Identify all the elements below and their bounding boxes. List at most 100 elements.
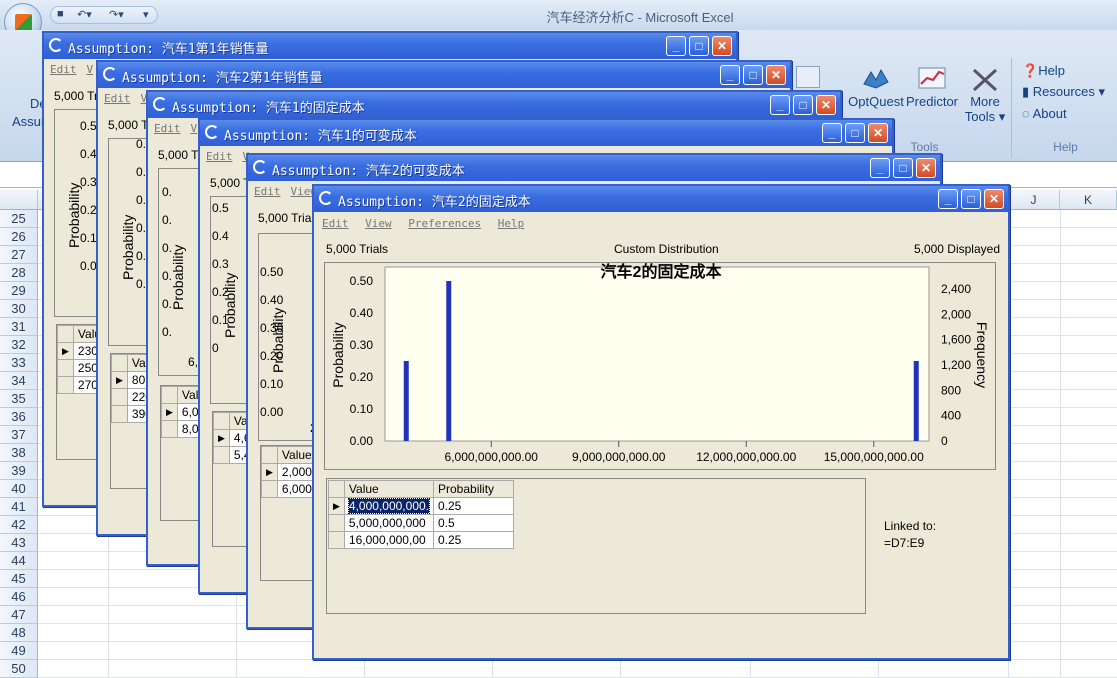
row-header[interactable]: 45 <box>0 570 38 588</box>
chart-icon-button[interactable] <box>796 66 826 88</box>
minimize-button[interactable]: _ <box>938 189 958 209</box>
select-all-corner[interactable] <box>0 190 38 210</box>
row-header[interactable]: 34 <box>0 372 38 390</box>
table-row[interactable]: 16,000,000,00 0.25 <box>328 531 514 549</box>
row-header[interactable]: 25 <box>0 210 38 228</box>
row-header[interactable]: 37 <box>0 426 38 444</box>
close-button[interactable]: ✕ <box>984 189 1004 209</box>
y-axis-label: Probability <box>222 272 238 338</box>
value-probability-table[interactable]: Value Probability ▶ 4,000,000,000. 0.25 … <box>328 480 514 549</box>
minimize-button[interactable]: _ <box>822 123 842 143</box>
minimize-button[interactable]: _ <box>870 158 890 178</box>
window-title: Assumption: 汽车1的固定成本 <box>172 101 365 116</box>
resources-button[interactable]: ▮ Resources ▾ <box>1022 84 1105 100</box>
more-tools-dropdown-icon: ▾ <box>995 109 1006 124</box>
close-button[interactable]: ✕ <box>868 123 888 143</box>
menu-preferences[interactable]: Preferences <box>408 217 481 230</box>
column-header-j[interactable]: J <box>1008 190 1060 210</box>
menu-edit[interactable]: Edit <box>154 122 181 135</box>
row-header[interactable]: 49 <box>0 642 38 660</box>
table-corner <box>261 446 278 464</box>
row-header[interactable]: 46 <box>0 588 38 606</box>
maximize-button[interactable]: □ <box>793 95 813 115</box>
row-header[interactable]: 50 <box>0 660 38 678</box>
x-tick-label: 12,000,000,000.00 <box>696 450 796 464</box>
row-header[interactable]: 40 <box>0 480 38 498</box>
window-menu: Edit View Preferences Help <box>322 217 534 230</box>
row-header[interactable]: 36 <box>0 408 38 426</box>
row-header[interactable]: 30 <box>0 300 38 318</box>
menu-view[interactable]: View <box>365 217 392 230</box>
assumption-window-front[interactable]: Assumption: 汽车2的固定成本 _ □ ✕ Edit View Pre… <box>312 184 1010 660</box>
row-header[interactable]: 47 <box>0 606 38 624</box>
window-title-bar[interactable]: Assumption: 汽车2的可变成本 _ □ ✕ <box>248 155 940 181</box>
maximize-button[interactable]: □ <box>961 189 981 209</box>
row-header[interactable]: 43 <box>0 534 38 552</box>
table-row[interactable]: 5,000,000,000 0.5 <box>328 514 514 532</box>
y-tick-label: 0.2 <box>212 285 229 299</box>
maximize-button[interactable]: □ <box>689 36 709 56</box>
window-title-bar[interactable]: Assumption: 汽车1的可变成本 _ □ ✕ <box>200 120 892 146</box>
minimize-button[interactable]: _ <box>720 65 740 85</box>
close-button[interactable]: ✕ <box>712 36 732 56</box>
help-button[interactable]: ❓Help <box>1022 63 1065 79</box>
row-header[interactable]: 27 <box>0 246 38 264</box>
prob-cell[interactable]: 0.25 <box>433 531 514 549</box>
row-header[interactable]: 33 <box>0 354 38 372</box>
predictor-button[interactable]: Predictor <box>904 66 960 109</box>
row-header[interactable]: 31 <box>0 318 38 336</box>
row-header[interactable]: 32 <box>0 336 38 354</box>
plot-area <box>384 266 930 442</box>
window-title-bar[interactable]: Assumption: 汽车1第1年销售量 _ □ ✕ <box>44 33 736 59</box>
menu-help[interactable]: Help <box>498 217 525 230</box>
minimize-button[interactable]: _ <box>666 36 686 56</box>
row-header[interactable]: 48 <box>0 624 38 642</box>
window-title-bar[interactable]: Assumption: 汽车2的固定成本 _ □ ✕ <box>314 186 1008 212</box>
menu-view[interactable]: V <box>87 63 94 76</box>
row-header[interactable]: 29 <box>0 282 38 300</box>
row-header[interactable]: 41 <box>0 498 38 516</box>
menu-edit[interactable]: Edit <box>322 217 349 230</box>
table-row[interactable]: ▶ 4,000,000,000. 0.25 <box>328 497 514 515</box>
x-tick-label: 15,000,000,000.00 <box>824 450 924 464</box>
more-tools-button[interactable]: More Tools ▾ <box>962 66 1008 125</box>
menu-edit[interactable]: Edit <box>254 185 281 198</box>
value-cell[interactable]: 5,000,000,000 <box>343 514 435 532</box>
y-tick-label: 0. <box>162 297 173 311</box>
close-button[interactable]: ✕ <box>816 95 836 115</box>
menu-edit[interactable]: Edit <box>104 92 131 105</box>
window-title-bar[interactable]: Assumption: 汽车1的固定成本 _ □ ✕ <box>148 92 840 118</box>
table-header-value[interactable]: Value <box>343 480 435 498</box>
close-button[interactable]: ✕ <box>766 65 786 85</box>
row-header[interactable]: 39 <box>0 462 38 480</box>
row-header[interactable]: 35 <box>0 390 38 408</box>
close-button[interactable]: ✕ <box>916 158 936 178</box>
column-header-k[interactable]: K <box>1060 190 1117 210</box>
prob-cell[interactable]: 0.5 <box>433 514 514 532</box>
table-header-probability[interactable]: Probability <box>433 480 514 498</box>
optquest-button[interactable]: OptQuest <box>844 66 908 109</box>
crystal-ball-icon <box>205 125 219 139</box>
value-cell[interactable]: 4,000,000,000. <box>343 497 435 515</box>
row-header[interactable]: 44 <box>0 552 38 570</box>
window-title-bar[interactable]: Assumption: 汽车2第1年销售量 _ □ ✕ <box>98 62 790 88</box>
value-cell[interactable]: 16,000,000,00 <box>343 531 435 549</box>
maximize-button[interactable]: □ <box>743 65 763 85</box>
y-tick-label: 0.40 <box>350 306 374 320</box>
row-header[interactable]: 28 <box>0 264 38 282</box>
maximize-button[interactable]: □ <box>845 123 865 143</box>
maximize-button[interactable]: □ <box>893 158 913 178</box>
menu-edit[interactable]: Edit <box>50 63 77 76</box>
table-corner <box>57 325 74 343</box>
row-header[interactable]: 26 <box>0 228 38 246</box>
row-header <box>111 388 128 406</box>
prob-cell[interactable]: 0.25 <box>433 497 514 515</box>
row-header[interactable]: 42 <box>0 516 38 534</box>
table-corner <box>213 412 230 430</box>
y-tick-label: 0.20 <box>260 349 284 363</box>
about-button[interactable]: ◌ About <box>1022 106 1067 121</box>
menu-edit[interactable]: Edit <box>206 150 233 163</box>
minimize-button[interactable]: _ <box>770 95 790 115</box>
menu-view[interactable]: V <box>191 122 198 135</box>
row-header[interactable]: 38 <box>0 444 38 462</box>
